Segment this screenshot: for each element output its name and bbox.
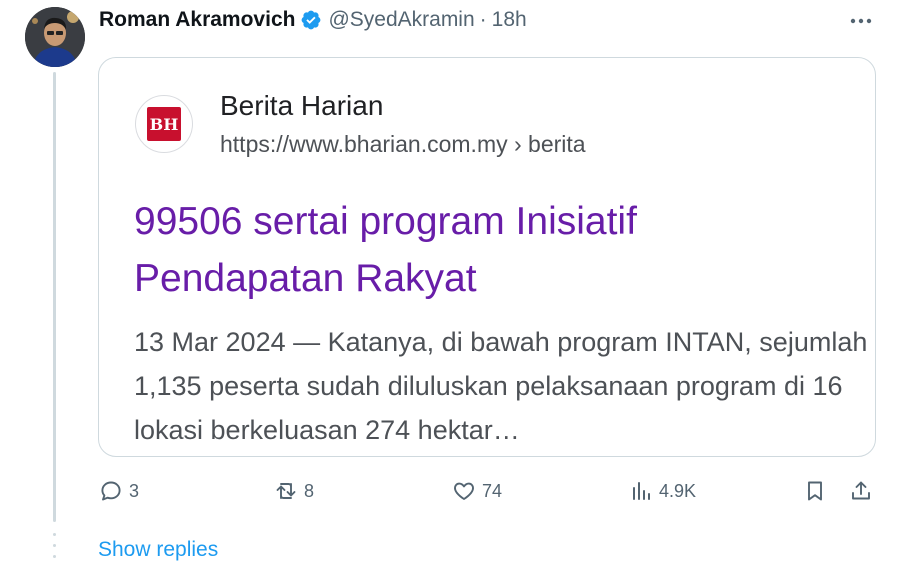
thread-dots [53,533,56,567]
repost-button[interactable]: 8 [274,476,314,506]
url-base: https://www.bharian.com.my [220,131,508,157]
avatar[interactable] [25,7,85,67]
url-path: › berita [507,131,586,157]
favicon-text: BH [147,107,181,141]
views-icon [633,482,650,500]
share-icon [852,481,870,500]
heart-icon [454,482,474,500]
result-headline[interactable]: 99506 sertai program Inisiatif Pendapata… [134,193,834,307]
site-name: Berita Harian [220,90,384,121]
search-result-card[interactable]: BH Berita Harian https://www.bharian.com… [98,57,876,457]
action-bar: 3 8 74 4.9K [99,476,879,506]
views-count: 4.9K [659,480,697,501]
reply-icon [101,481,121,501]
timestamp[interactable]: 18h [492,8,527,32]
site-url: https://www.bharian.com.my › berita [220,131,586,158]
bookmark-button[interactable] [803,476,827,506]
like-count: 74 [482,480,503,501]
views-button[interactable]: 4.9K [629,476,696,506]
more-options-icon[interactable] [846,9,876,33]
favicon-logo: BH [135,95,193,153]
bookmark-icon [808,481,822,501]
result-snippet: 13 Mar 2024 — Katanya, di bawah program … [134,327,868,445]
author-handle[interactable]: @SyedAkramin [328,8,474,32]
verified-badge-icon[interactable] [300,9,322,31]
reply-count: 3 [129,480,140,501]
like-button[interactable]: 74 [452,476,502,506]
show-replies-link[interactable]: Show replies [98,538,218,562]
thread-line [53,72,56,522]
separator-dot: · [479,8,487,31]
share-button[interactable] [849,476,873,506]
author-name[interactable]: Roman Akramovich [99,8,295,32]
repost-count: 8 [304,480,315,501]
reply-button[interactable]: 3 [99,476,139,506]
tweet-header: Roman Akramovich @SyedAkramin · 18h [99,7,527,33]
repost-icon [276,483,296,499]
